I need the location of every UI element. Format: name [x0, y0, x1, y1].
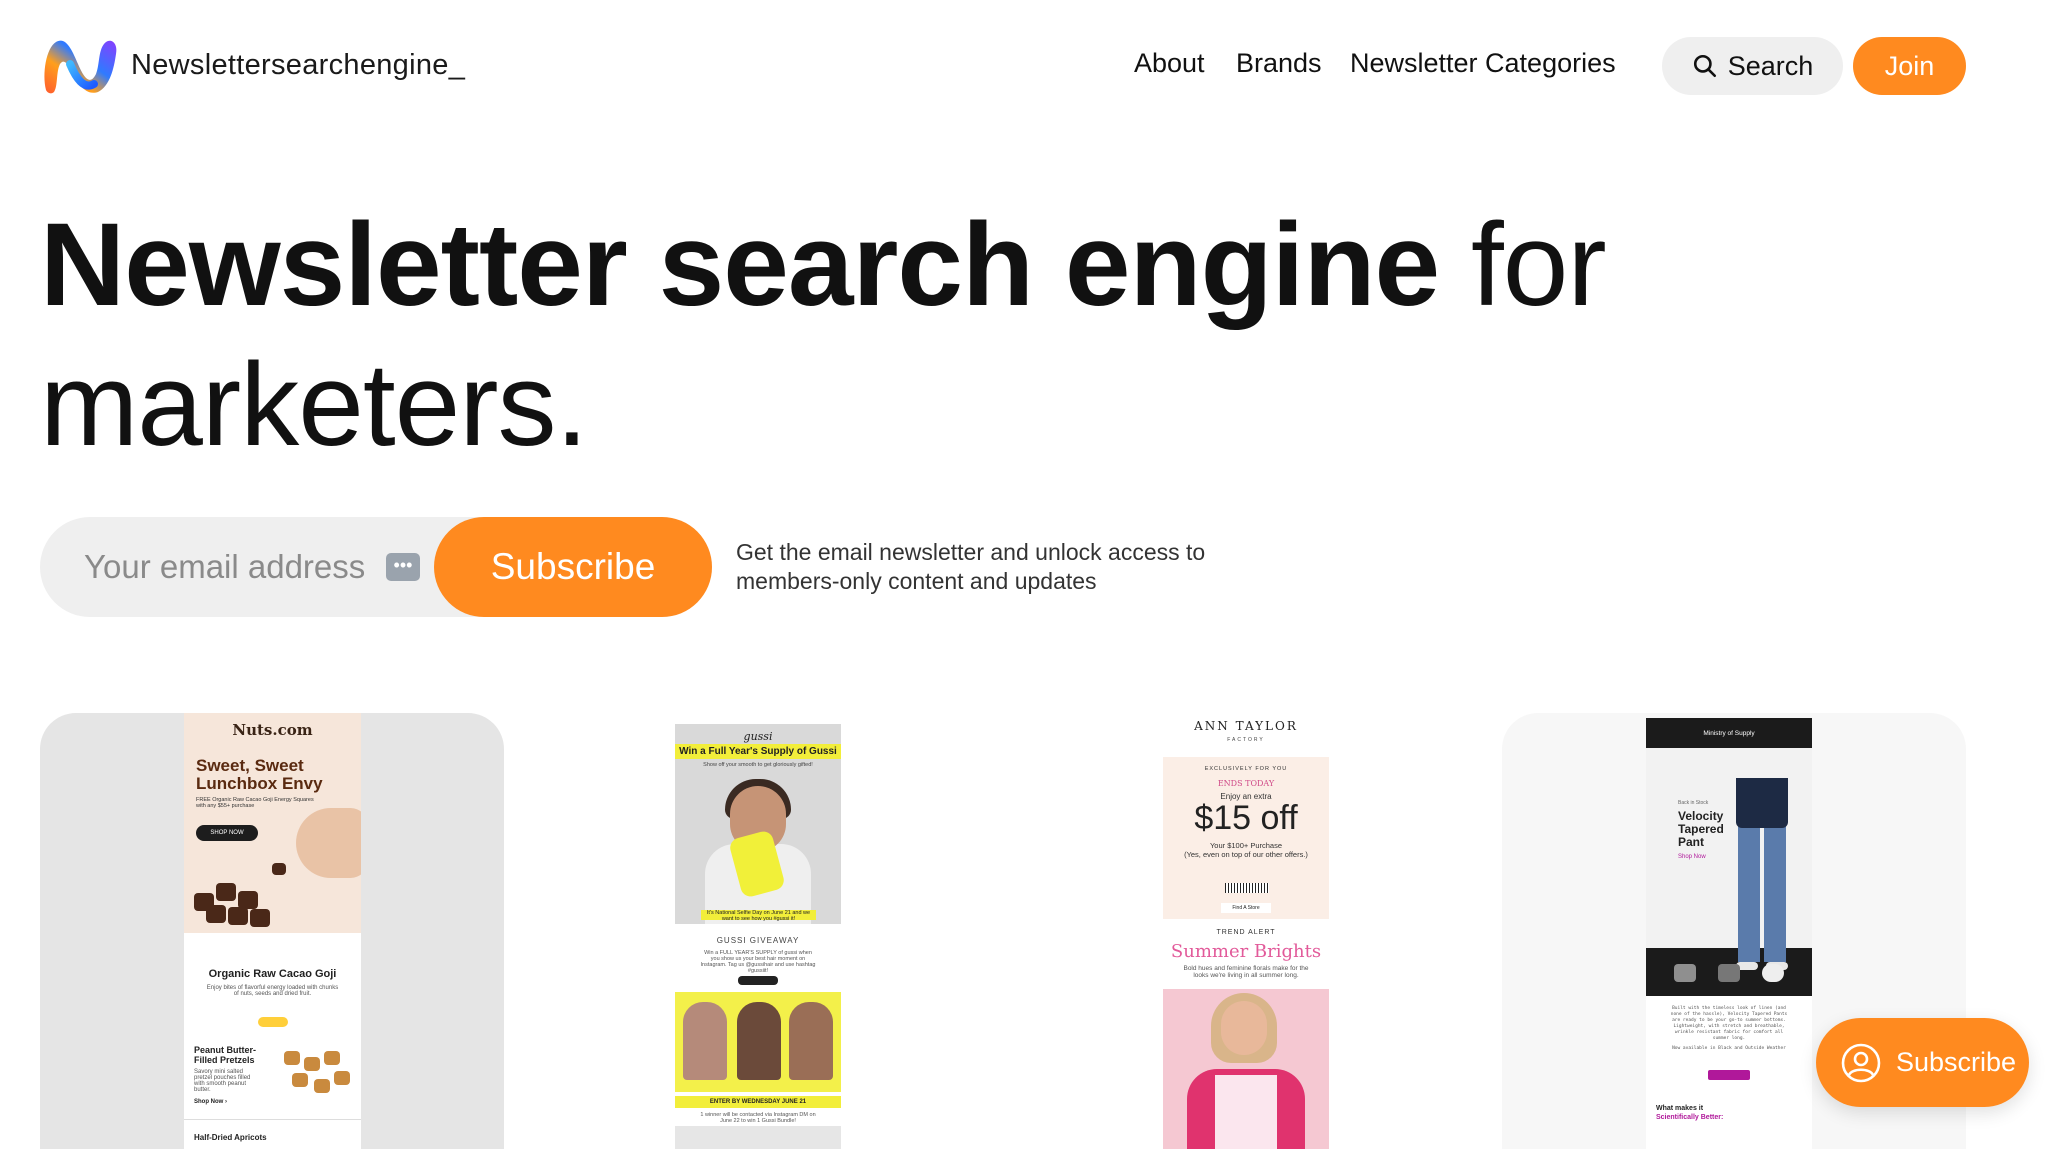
gussi-sub: Show off your smooth to get gloriously g…	[703, 762, 813, 768]
pretzel	[334, 1071, 350, 1085]
user-icon	[1841, 1043, 1881, 1082]
join-button[interactable]: Join	[1853, 37, 1966, 95]
ann-factory: FACTORY	[1227, 737, 1265, 743]
nav-about[interactable]: About	[1134, 48, 1205, 79]
nuts-promo: FREE Organic Raw Cacao Goji Energy Squar…	[196, 797, 314, 809]
gussi-enter-by: ENTER BY WEDNESDAY JUNE 21	[675, 1096, 841, 1108]
ministry-model	[1736, 778, 1788, 970]
ministry-shop-button	[1708, 1070, 1750, 1080]
floating-subscribe-button[interactable]: Subscribe	[1816, 1018, 2029, 1107]
ann-desc: Bold hues and feminine florals make for …	[1183, 965, 1309, 979]
ann-photo	[1163, 989, 1329, 1149]
newsletter-card-ann-taylor[interactable]: ANN TAYLOR FACTORY EXCLUSIVELY FOR YOU E…	[1010, 713, 1474, 1149]
nuts-item1-desc: Enjoy bites of flavorful energy loaded w…	[206, 985, 339, 997]
nuts-item3-title: Half-Dried Apricots	[194, 1133, 267, 1142]
nuts-item2-shop: Shop Now ›	[194, 1099, 227, 1105]
ann-offer: $15 off	[1194, 799, 1298, 837]
ann-summer: Summer Brights	[1170, 941, 1322, 962]
gussi-photo	[675, 992, 841, 1092]
ann-exclusive: EXCLUSIVELY FOR YOU	[1204, 766, 1288, 772]
pretzel	[284, 1051, 300, 1065]
cacao-square	[206, 905, 226, 923]
autofill-icon[interactable]: •••	[386, 553, 420, 581]
brand-name[interactable]: Newslettersearchengine_	[131, 49, 465, 82]
email-preview-ann-taylor: ANN TAYLOR FACTORY EXCLUSIVELY FOR YOU E…	[1163, 713, 1329, 1149]
nuts-item2-desc: Savory mini salted pretzel pouches fille…	[194, 1069, 251, 1093]
hero-title-for: for	[1470, 199, 1607, 331]
gussi-giveaway: GUSSI GIVEAWAY	[716, 936, 800, 945]
pretzel	[304, 1057, 320, 1071]
ministry-feature-icons	[1646, 950, 1812, 996]
ann-barcode	[1225, 883, 1269, 893]
ann-offer-box: EXCLUSIVELY FOR YOU ENDS TODAY Enjoy an …	[1163, 757, 1329, 919]
gussi-giveaway-text: Win a FULL YEAR'S SUPPLY of gussi when y…	[700, 950, 816, 974]
email-preview-nuts: Nuts.com Sweet, Sweet Lunchbox Envy FREE…	[184, 713, 361, 1149]
newsletter-card-gussi[interactable]: gussi Win a Full Year's Supply of Gussi …	[525, 713, 989, 1149]
search-icon	[1693, 54, 1716, 78]
gussi-footer-image	[675, 1126, 841, 1149]
gussi-winner: 1 winner will be contacted via Instagram…	[700, 1112, 816, 1124]
ministry-logo: Ministry of Supply	[1703, 730, 1755, 737]
ministry-shop: Shop Now	[1678, 854, 1706, 860]
email-field[interactable]	[84, 545, 384, 589]
search-label: Search	[1727, 50, 1814, 81]
cacao-square	[250, 909, 270, 927]
email-preview-gussi: gussi Win a Full Year's Supply of Gussi …	[675, 724, 841, 1149]
nuts-yellow-button	[258, 1017, 288, 1027]
nuts-shop-button: SHOP NOW	[196, 825, 258, 841]
pretzel	[314, 1079, 330, 1093]
gussi-enter-button	[738, 976, 778, 985]
ministry-label: Back in Stock	[1678, 800, 1709, 806]
cacao-square	[216, 883, 236, 901]
newsletter-card-nuts[interactable]: Nuts.com Sweet, Sweet Lunchbox Envy FREE…	[40, 713, 504, 1149]
gussi-logo: gussi	[743, 730, 773, 743]
hand-image	[296, 808, 361, 878]
gussi-caption: It's National Selfie Day on June 21 and …	[701, 910, 816, 922]
ann-purchase: Your $100+ Purchase (Yes, even on top of…	[1184, 841, 1308, 859]
ministry-title: Velocity Tapered Pant	[1678, 809, 1724, 849]
cacao-square	[228, 907, 248, 925]
ann-trend: TREND ALERT	[1216, 929, 1276, 936]
nuts-headline: Sweet, Sweet Lunchbox Envy	[196, 756, 323, 793]
site-header: Newslettersearchengine_ About Brands New…	[0, 0, 2048, 130]
subscribe-button[interactable]: Subscribe	[434, 517, 712, 617]
ann-brand: ANN TAYLOR	[1194, 719, 1298, 733]
gussi-banner: Win a Full Year's Supply of Gussi	[675, 744, 841, 759]
logo-icon[interactable]	[40, 34, 120, 96]
hero-title: Newsletter search engine for marketers.	[40, 195, 1740, 475]
ann-ends: ENDS TODAY	[1217, 779, 1275, 788]
nav-brands[interactable]: Brands	[1236, 48, 1322, 79]
email-preview-ministry: Ministry of Supply Back in Stock Velocit…	[1646, 718, 1812, 1149]
hero-title-bold: Newsletter search engine	[40, 199, 1440, 331]
ministry-body: Built with the timeless look of linen (a…	[1670, 1006, 1788, 1051]
floating-subscribe-label: Subscribe	[1896, 1047, 2017, 1077]
nuts-item1-title: Organic Raw Cacao Goji	[208, 968, 337, 980]
subscribe-description: Get the email newsletter and unlock acce…	[736, 539, 1206, 594]
ministry-what: What makes it Scientifically Better:	[1656, 1105, 1724, 1121]
ann-find-store: Find A Store	[1221, 903, 1271, 913]
pretzel	[292, 1073, 308, 1087]
nuts-item2-title: Peanut Butter-Filled Pretzels	[194, 1045, 257, 1065]
nav-newsletter-categories[interactable]: Newsletter Categories	[1350, 48, 1616, 79]
cacao-square	[272, 863, 286, 875]
nuts-logo: Nuts.com	[232, 721, 313, 739]
ministry-hero: Ministry of Supply Back in Stock Velocit…	[1646, 718, 1812, 996]
search-button[interactable]: Search	[1662, 37, 1843, 95]
hero-title-marketers: marketers.	[40, 339, 588, 471]
pretzel	[324, 1051, 340, 1065]
